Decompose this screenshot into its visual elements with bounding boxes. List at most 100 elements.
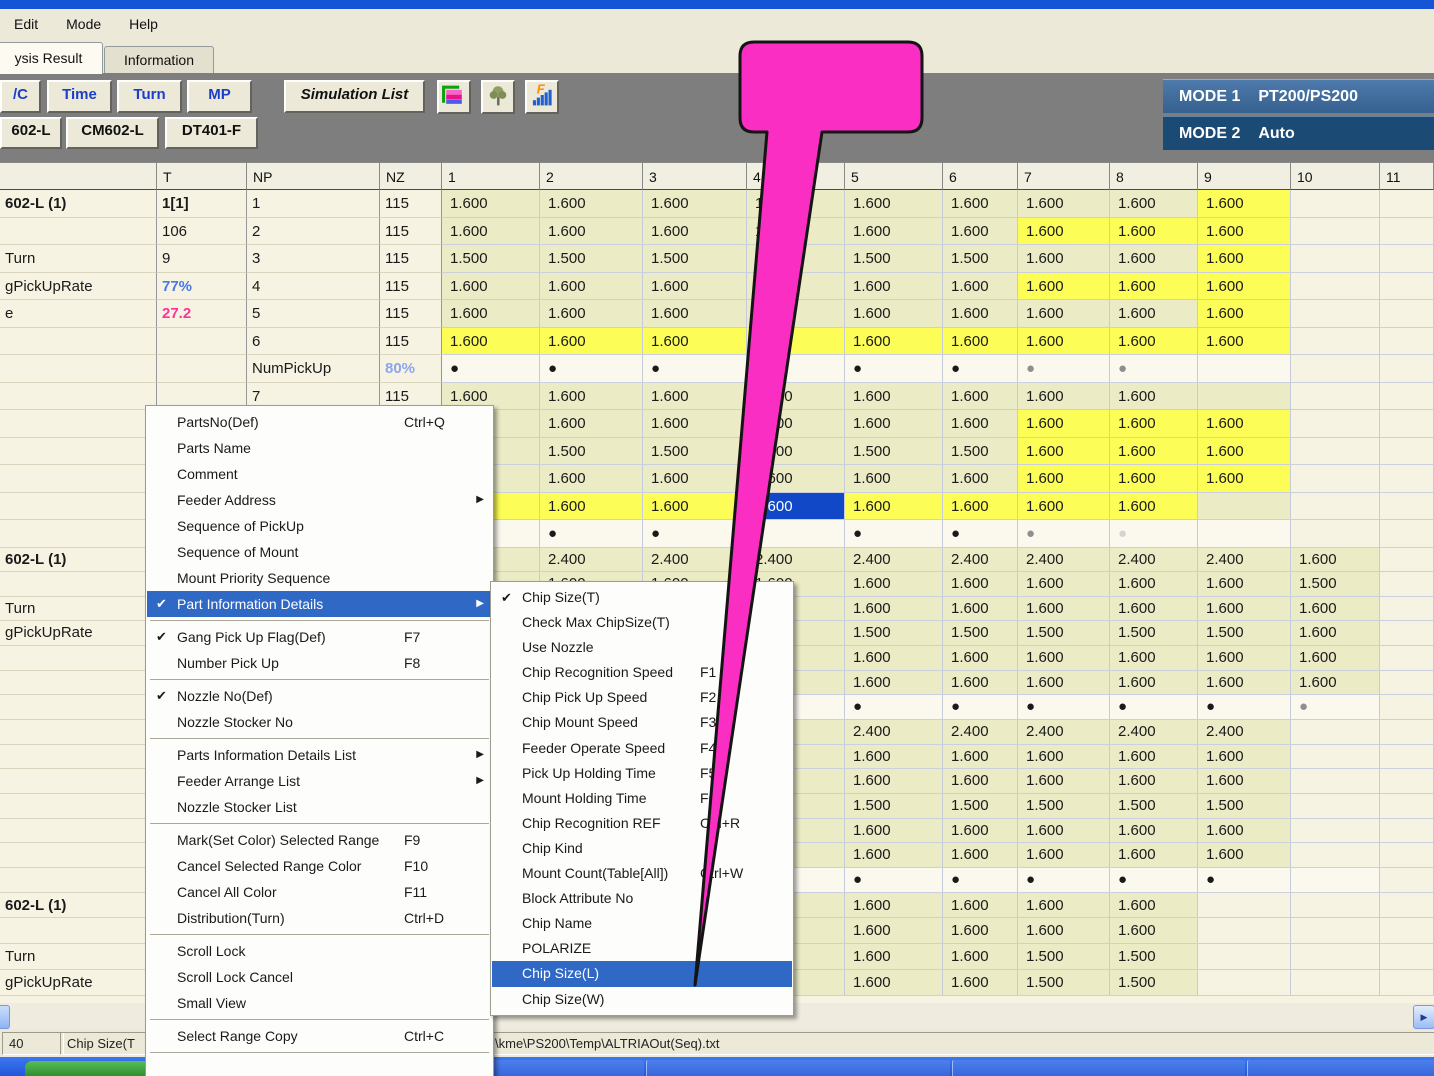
- table-cell[interactable]: 1.600: [1110, 671, 1198, 696]
- table-cell[interactable]: 1.500: [442, 245, 540, 273]
- table-cell[interactable]: 1.600: [643, 273, 747, 301]
- table-cell[interactable]: 1.600: [643, 218, 747, 246]
- table-cell[interactable]: 1.600: [845, 646, 943, 671]
- pickup-dot[interactable]: ●: [943, 520, 1018, 548]
- taskbar-button[interactable]: [952, 1060, 1245, 1076]
- table-cell[interactable]: [1380, 769, 1434, 794]
- table-cell[interactable]: [1380, 745, 1434, 770]
- menu-item-comment[interactable]: Comment: [147, 461, 492, 487]
- table-cell[interactable]: [1291, 893, 1380, 919]
- table-cell[interactable]: 1.600: [747, 493, 845, 521]
- table-cell[interactable]: [1291, 273, 1380, 301]
- menu-item-nozzle-stocker-no[interactable]: Nozzle Stocker No: [147, 709, 492, 735]
- pickup-dot[interactable]: ●: [1018, 695, 1110, 720]
- table-cell[interactable]: 1.600: [845, 328, 943, 356]
- menu-item-sequence-of-pickup[interactable]: Sequence of PickUp: [147, 513, 492, 539]
- menu-item-pick-up-holding-time[interactable]: Pick Up Holding TimeF5: [492, 761, 792, 786]
- table-cell[interactable]: [1291, 944, 1380, 970]
- table-cell[interactable]: [1380, 572, 1434, 597]
- table-cell[interactable]: 2.400: [1198, 548, 1291, 573]
- table-cell[interactable]: 1.600: [1110, 769, 1198, 794]
- table-cell[interactable]: 1.600: [442, 300, 540, 328]
- table-cell[interactable]: [1380, 218, 1434, 246]
- table-cell[interactable]: [1198, 918, 1291, 944]
- menu-item-distribution-turn[interactable]: Distribution(Turn)Ctrl+D: [147, 905, 492, 931]
- table-cell[interactable]: 1.600: [1110, 300, 1198, 328]
- table-cell[interactable]: 1.600: [943, 597, 1018, 622]
- table-cell[interactable]: [1291, 190, 1380, 218]
- table-cell[interactable]: 1.600: [1110, 918, 1198, 944]
- table-cell[interactable]: [1198, 383, 1291, 411]
- table-cell[interactable]: 1.600: [1110, 328, 1198, 356]
- table-cell[interactable]: 1.500: [943, 438, 1018, 466]
- table-cell[interactable]: 1.500: [943, 621, 1018, 646]
- table-cell[interactable]: 1.600: [943, 970, 1018, 996]
- table-cell[interactable]: 1.600: [540, 383, 643, 411]
- menu-item-cancel-all-color[interactable]: Cancel All ColorF11: [147, 879, 492, 905]
- menu-item-chip-size-t[interactable]: ✔Chip Size(T): [492, 585, 792, 610]
- table-cell[interactable]: 1.600: [643, 410, 747, 438]
- pickup-dot[interactable]: ●: [1018, 355, 1110, 383]
- column-header[interactable]: 3: [643, 162, 747, 190]
- table-cell[interactable]: 1.600: [1018, 769, 1110, 794]
- pickup-dot[interactable]: ●: [747, 355, 845, 383]
- table-cell[interactable]: 1.600: [1018, 597, 1110, 622]
- column-header[interactable]: 4: [747, 162, 845, 190]
- table-cell[interactable]: [1291, 245, 1380, 273]
- pickup-dot[interactable]: ●: [1018, 520, 1110, 548]
- table-cell[interactable]: 1.600: [1110, 646, 1198, 671]
- table-cell[interactable]: 1.600: [943, 572, 1018, 597]
- table-cell[interactable]: 2.400: [845, 548, 943, 573]
- table-cell[interactable]: 1.500: [845, 794, 943, 819]
- table-cell[interactable]: [1380, 695, 1434, 720]
- table-cell[interactable]: 1.600: [1018, 300, 1110, 328]
- menu-item-chip-pick-up-speed[interactable]: Chip Pick Up SpeedF2: [492, 685, 792, 710]
- table-cell[interactable]: 1.600: [1198, 465, 1291, 493]
- pickup-dot[interactable]: ●: [643, 355, 747, 383]
- pickup-dot[interactable]: ●: [845, 868, 943, 893]
- table-cell[interactable]: 1.600: [943, 328, 1018, 356]
- menu-item-partsno-def[interactable]: PartsNo(Def)Ctrl+Q: [147, 409, 492, 435]
- table-cell[interactable]: 1.500: [943, 245, 1018, 273]
- table-cell[interactable]: 1.600: [540, 328, 643, 356]
- pickup-dot[interactable]: ●: [643, 520, 747, 548]
- table-cell[interactable]: 1.600: [845, 893, 943, 919]
- menu-item-nozzle-stocker-list[interactable]: Nozzle Stocker List: [147, 794, 492, 820]
- table-cell[interactable]: [1380, 819, 1434, 844]
- table-cell[interactable]: 2.400: [845, 720, 943, 745]
- pickup-dot[interactable]: ●: [943, 868, 1018, 893]
- table-cell[interactable]: 1.500: [1291, 572, 1380, 597]
- table-cell[interactable]: 1.600: [1110, 273, 1198, 301]
- table-cell[interactable]: [1291, 745, 1380, 770]
- pickup-dot[interactable]: ●: [442, 355, 540, 383]
- table-cell[interactable]: 2.400: [747, 548, 845, 573]
- table-cell[interactable]: 1.600: [1018, 245, 1110, 273]
- table-cell[interactable]: 1.600: [1198, 218, 1291, 246]
- table-cell[interactable]: [1198, 493, 1291, 521]
- table-cell[interactable]: [1380, 548, 1434, 573]
- pickup-dot[interactable]: ●: [1198, 695, 1291, 720]
- table-cell[interactable]: [1198, 520, 1291, 548]
- table-cell[interactable]: 1.600: [943, 918, 1018, 944]
- table-cell[interactable]: [1291, 355, 1380, 383]
- table-cell[interactable]: 1.600: [845, 300, 943, 328]
- column-header[interactable]: 6: [943, 162, 1018, 190]
- table-cell[interactable]: 1.600: [1018, 383, 1110, 411]
- table-cell[interactable]: [1198, 355, 1291, 383]
- table-cell[interactable]: 1.600: [1198, 410, 1291, 438]
- table-cell[interactable]: 2.400: [943, 720, 1018, 745]
- table-cell[interactable]: 1.600: [943, 671, 1018, 696]
- table-cell[interactable]: 1.600: [845, 410, 943, 438]
- pickup-dot[interactable]: ●: [540, 520, 643, 548]
- table-cell[interactable]: 1.600: [943, 944, 1018, 970]
- pickup-dot[interactable]: ●: [1110, 868, 1198, 893]
- table-cell[interactable]: 1.600: [845, 273, 943, 301]
- table-cell[interactable]: 1.600: [1018, 572, 1110, 597]
- table-cell[interactable]: 1.600: [943, 218, 1018, 246]
- table-cell[interactable]: [1291, 720, 1380, 745]
- pickup-dot[interactable]: ●: [943, 695, 1018, 720]
- table-cell[interactable]: [1380, 720, 1434, 745]
- menu-item-chip-size-l[interactable]: Chip Size(L): [492, 961, 792, 986]
- table-cell[interactable]: 1.600: [1018, 893, 1110, 919]
- table-cell[interactable]: 1.600: [943, 300, 1018, 328]
